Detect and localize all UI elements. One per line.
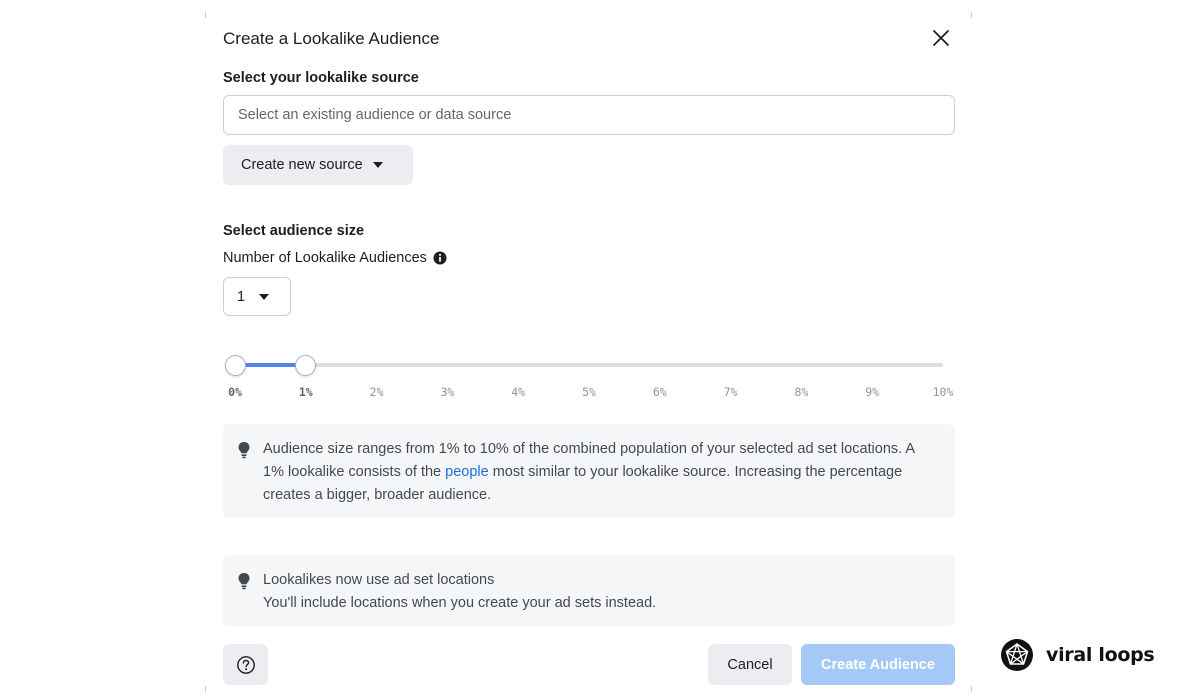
help-button[interactable] [223,644,268,685]
close-button[interactable] [929,26,953,50]
slider-tick-label: 6% [652,385,667,399]
slider-tick-label: 10% [932,385,954,399]
dialog-title: Create a Lookalike Audience [223,29,440,48]
lookalike-source-input[interactable] [223,95,955,135]
corner-mark [205,686,206,692]
corner-mark [205,12,206,18]
close-icon [933,30,949,46]
audience-size-info-text: Audience size ranges from 1% to 10% of t… [263,438,937,507]
brand-name: viral loops [1046,644,1155,666]
slider-start-handle[interactable] [224,355,246,376]
info-icon[interactable] [433,251,447,265]
slider-tick-label: 3% [440,385,455,399]
slider-tick-label: 4% [511,385,526,399]
slider-tick-labels: 0% 1% 2% 3% 4% 5% 6% 7% 8% 9% 10% [228,385,953,401]
slider-tick-label: 7% [723,385,738,399]
corner-mark [971,12,972,18]
cancel-button[interactable]: Cancel [708,644,792,685]
create-new-source-button[interactable]: Create new source [223,145,413,185]
slider-tick-label: 2% [369,385,384,399]
corner-mark [971,686,972,692]
lookalike-dialog: Create a Lookalike Audience Select your … [205,12,972,692]
slider-track[interactable] [235,363,943,367]
lightbulb-icon [238,573,250,590]
slider-tick-label: 8% [794,385,809,399]
slider-end-handle[interactable] [295,355,317,376]
size-section-label: Select audience size [223,223,365,239]
slider-tick-label: 9% [865,385,880,399]
ad-set-locations-line2: You'll include locations when you create… [263,595,657,611]
create-audience-button[interactable]: Create Audience [801,644,955,685]
slider-tick-label: 5% [582,385,596,399]
lightbulb-icon [238,442,250,459]
viral-loops-logo-icon [1001,639,1033,671]
audience-size-info-note: Audience size ranges from 1% to 10% of t… [223,424,955,518]
caret-down-icon [372,162,383,168]
lookalike-count-value: 1 [237,288,246,305]
ad-set-locations-line1: Lookalikes now use ad set locations [263,572,495,588]
brand-logo: viral loops [1000,638,1155,672]
slider-tick-label: 1% [298,385,313,399]
lookalike-count-label: Number of Lookalike Audiences [223,250,447,266]
people-link[interactable]: people [445,464,489,480]
audience-size-slider[interactable] [224,355,943,376]
lookalike-count-text: Number of Lookalike Audiences [223,250,427,266]
slider-tick-label: 0% [228,385,242,399]
source-section-label: Select your lookalike source [223,70,419,86]
create-new-source-label: Create new source [241,157,363,173]
caret-down-icon [259,293,270,300]
ad-set-locations-note: Lookalikes now use ad set locations You'… [223,555,955,626]
lookalike-count-select[interactable]: 1 [223,277,291,316]
help-icon [236,655,255,674]
